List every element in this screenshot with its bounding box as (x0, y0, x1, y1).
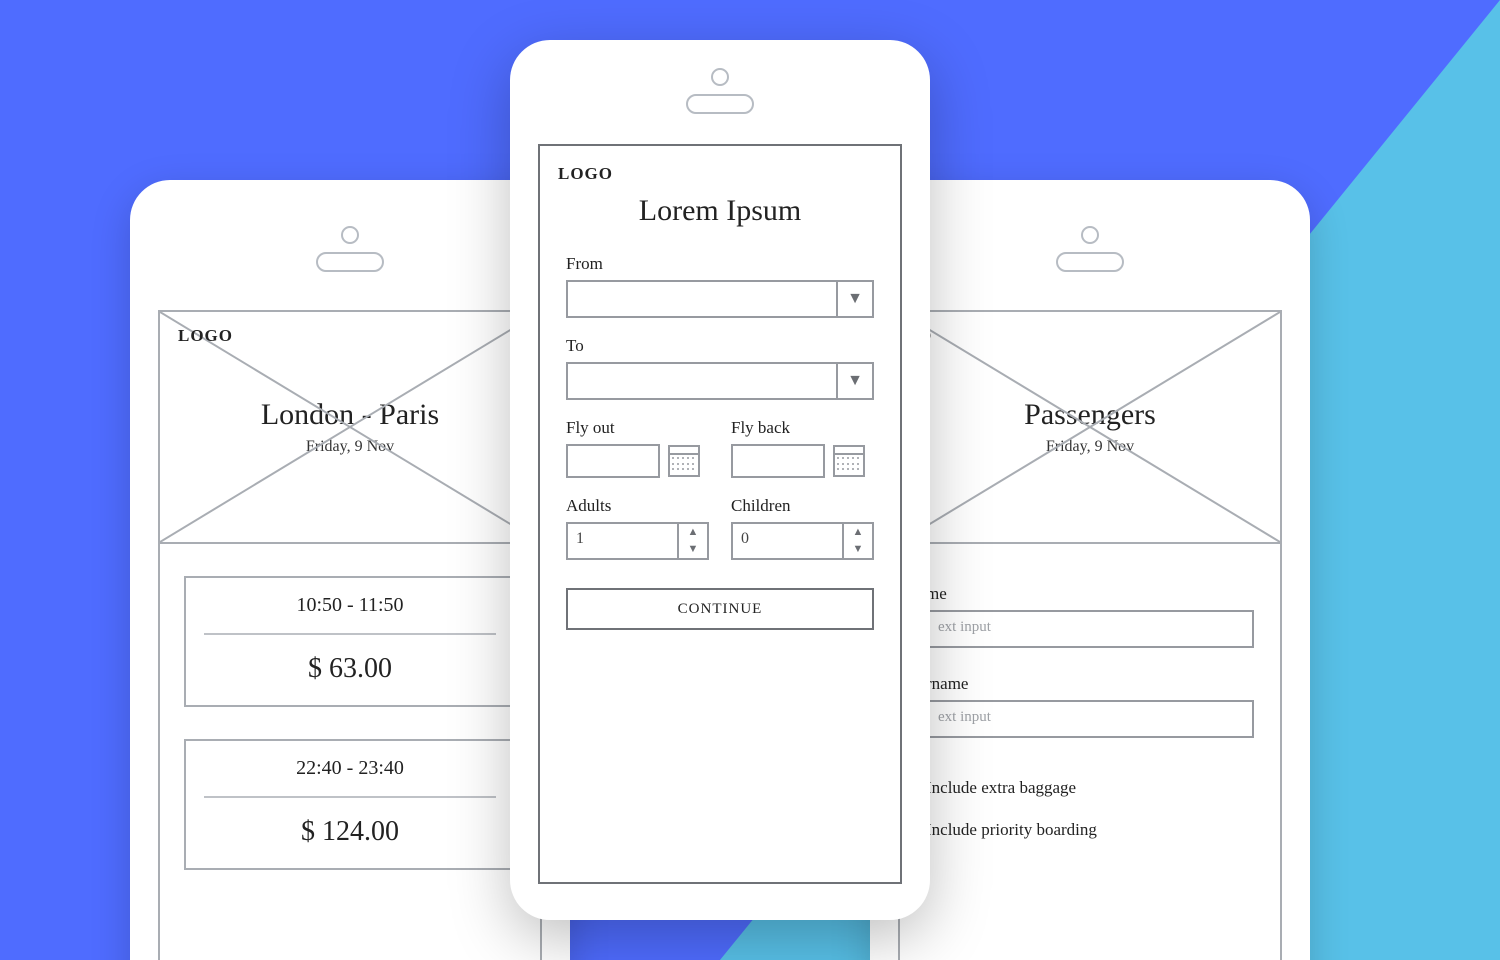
continue-button[interactable]: CONTINUE (566, 588, 874, 630)
fly-out-label: Fly out (566, 418, 709, 438)
to-select[interactable]: ▼ (566, 362, 874, 400)
flight-card[interactable]: 22:40 - 23:40 $ 124.00 (184, 739, 516, 870)
priority-boarding-option[interactable]: Include priority boarding (926, 820, 1254, 840)
extra-baggage-option[interactable]: Include extra baggage (926, 778, 1254, 798)
logo-text: LOGO (558, 164, 613, 184)
name-input[interactable]: ext input (926, 610, 1254, 648)
children-label: Children (731, 496, 874, 516)
calendar-icon[interactable] (668, 445, 700, 477)
screen-flights: LOGO London - Paris Friday, 9 Nov 10:50 … (158, 310, 542, 960)
chevron-up-icon[interactable]: ▲ (844, 524, 872, 541)
children-stepper[interactable]: 0 ▲▼ (731, 522, 874, 560)
speaker-icon (1056, 252, 1124, 272)
flight-card[interactable]: 10:50 - 11:50 $ 63.00 (184, 576, 516, 707)
speaker-icon (686, 94, 754, 114)
chevron-down-icon[interactable]: ▼ (679, 541, 707, 558)
continue-label: CONTINUE (678, 601, 763, 618)
from-select[interactable]: ▼ (566, 280, 874, 318)
surname-label: rname (926, 674, 1254, 694)
option-label: Include extra baggage (926, 778, 1076, 798)
chevron-up-icon[interactable]: ▲ (679, 524, 707, 541)
to-label: To (566, 336, 874, 356)
screen-search: LOGO Lorem Ipsum From ▼ To ▼ Fl (538, 144, 902, 884)
flight-price: $ 124.00 (186, 798, 514, 868)
adults-stepper[interactable]: 1 ▲▼ (566, 522, 709, 560)
header-placeholder: O Passengers Friday, 9 Nov (900, 312, 1280, 544)
name-label: me (926, 584, 1254, 604)
fly-back-label: Fly back (731, 418, 874, 438)
screen-passengers: O Passengers Friday, 9 Nov me ext input … (898, 310, 1282, 960)
surname-input[interactable]: ext input (926, 700, 1254, 738)
phone-mockup-search: LOGO Lorem Ipsum From ▼ To ▼ Fl (510, 40, 930, 920)
speaker-icon (316, 252, 384, 272)
adults-value: 1 (568, 524, 677, 558)
fly-back-input[interactable] (731, 444, 825, 478)
calendar-icon[interactable] (833, 445, 865, 477)
to-value (568, 364, 836, 398)
stage: LOGO London - Paris Friday, 9 Nov 10:50 … (0, 0, 1500, 960)
camera-icon (711, 68, 729, 86)
from-label: From (566, 254, 874, 274)
fly-out-input[interactable] (566, 444, 660, 478)
option-label: Include priority boarding (926, 820, 1097, 840)
adults-label: Adults (566, 496, 709, 516)
flight-price: $ 63.00 (186, 635, 514, 705)
app-title: Lorem Ipsum (540, 194, 900, 228)
children-value: 0 (733, 524, 842, 558)
flight-time: 10:50 - 11:50 (186, 578, 514, 633)
flight-time: 22:40 - 23:40 (186, 741, 514, 796)
chevron-down-icon[interactable]: ▼ (844, 541, 872, 558)
logo-text: LOGO (178, 326, 233, 346)
phone-mockup-passengers: O Passengers Friday, 9 Nov me ext input … (870, 180, 1310, 960)
phone-mockup-flights: LOGO London - Paris Friday, 9 Nov 10:50 … (130, 180, 570, 960)
header-placeholder: LOGO London - Paris Friday, 9 Nov (160, 312, 540, 544)
camera-icon (341, 226, 359, 244)
chevron-down-icon: ▼ (836, 364, 872, 398)
camera-icon (1081, 226, 1099, 244)
from-value (568, 282, 836, 316)
chevron-down-icon: ▼ (836, 282, 872, 316)
